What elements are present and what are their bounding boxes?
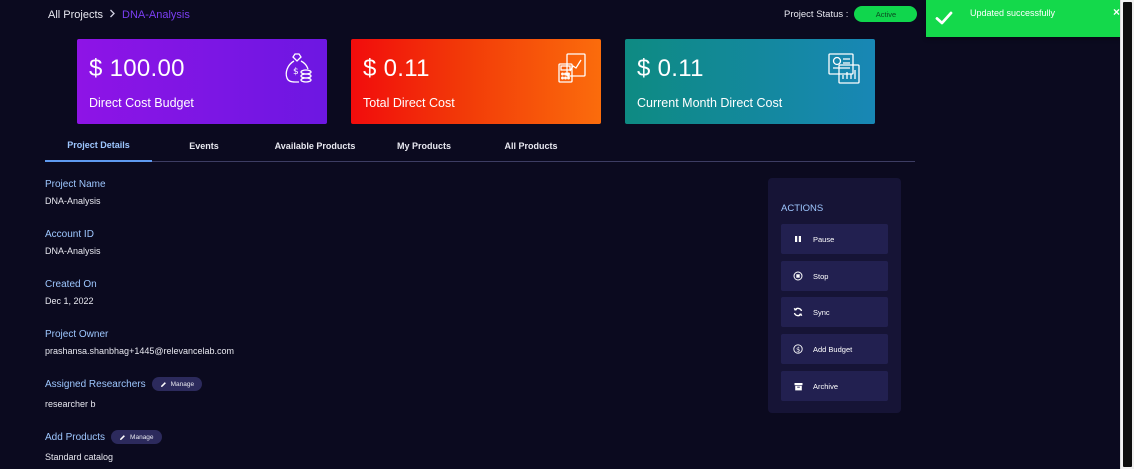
- pause-icon: [793, 234, 803, 244]
- svg-text:$: $: [796, 345, 800, 353]
- close-icon[interactable]: ×: [1113, 5, 1120, 19]
- direct-cost-budget-card: $ 100.00 Direct Cost Budget $: [77, 39, 327, 124]
- card-label: Total Direct Cost: [363, 96, 455, 110]
- field-label: Account ID: [45, 229, 94, 240]
- archive-button[interactable]: Archive: [781, 371, 888, 401]
- calculator-icon: [555, 51, 589, 90]
- tab-events[interactable]: Events: [165, 130, 243, 162]
- project-tabs: Project Details Events Available Product…: [45, 130, 915, 162]
- pencil-icon: [160, 381, 166, 387]
- field-value: Standard catalog: [45, 452, 114, 462]
- success-toast: Updated successfully ×: [926, 0, 1126, 37]
- invoice-icon: [825, 51, 863, 90]
- tab-all-products[interactable]: All Products: [493, 130, 569, 162]
- total-direct-cost-card: $ 0.11 Total Direct Cost: [351, 39, 601, 124]
- actions-title: ACTIONS: [781, 203, 824, 214]
- add-budget-button[interactable]: $ Add Budget: [781, 334, 888, 364]
- field-value: DNA-Analysis: [45, 196, 101, 206]
- breadcrumb: All Projects DNA-Analysis: [48, 9, 190, 21]
- stop-button[interactable]: Stop: [781, 261, 888, 291]
- current-month-direct-cost-card: $ 0.11 Current Month Direct Cost: [625, 39, 875, 124]
- project-name-field: Project Name DNA-Analysis: [45, 179, 106, 206]
- created-on-field: Created On Dec 1, 2022: [45, 279, 97, 306]
- field-label: Project Name: [45, 179, 106, 190]
- sync-button[interactable]: Sync: [781, 297, 888, 327]
- card-label: Current Month Direct Cost: [637, 96, 783, 110]
- svg-text:$: $: [293, 67, 299, 77]
- stop-label: Stop: [813, 271, 829, 281]
- manage-products-button[interactable]: Manage: [111, 430, 162, 444]
- stop-icon: [793, 271, 803, 281]
- field-value: Dec 1, 2022: [45, 296, 94, 306]
- actions-panel: ACTIONS Pause Stop Sync $ Add Budget Arc…: [768, 178, 901, 413]
- tab-available-products[interactable]: Available Products: [267, 130, 363, 162]
- breadcrumb-all-projects[interactable]: All Projects: [48, 9, 103, 21]
- manage-label: Manage: [170, 380, 195, 388]
- manage-label: Manage: [130, 433, 154, 441]
- project-status: Project Status : Active: [784, 6, 918, 22]
- add-products-field: Add Products Manage Standard catalog: [45, 430, 162, 462]
- chevron-right-icon: [109, 9, 116, 21]
- field-label: Assigned Researchers: [45, 378, 146, 390]
- field-value: prashansa.shanbhag+1445@relevancelab.com: [45, 346, 235, 356]
- sync-icon: [793, 307, 803, 317]
- breadcrumb-current: DNA-Analysis: [122, 9, 190, 21]
- money-bag-icon: $: [281, 51, 315, 90]
- toast-message: Updated successfully: [970, 8, 1056, 18]
- tab-project-details[interactable]: Project Details: [45, 130, 152, 162]
- account-id-field: Account ID DNA-Analysis: [45, 229, 101, 256]
- assigned-researchers-field: Assigned Researchers Manage researcher b: [45, 377, 203, 409]
- field-value: researcher b: [45, 399, 96, 409]
- manage-researchers-button[interactable]: Manage: [151, 377, 203, 391]
- field-value: DNA-Analysis: [45, 246, 101, 256]
- field-label: Created On: [45, 279, 97, 290]
- add-budget-label: Add Budget: [813, 344, 853, 354]
- pause-label: Pause: [813, 234, 835, 244]
- tab-my-products[interactable]: My Products: [385, 130, 463, 162]
- card-label: Direct Cost Budget: [89, 96, 194, 110]
- sync-label: Sync: [813, 307, 830, 317]
- project-status-label: Project Status :: [784, 8, 849, 20]
- check-icon: [935, 9, 953, 29]
- pause-button[interactable]: Pause: [781, 224, 888, 254]
- field-label: Add Products: [45, 431, 106, 443]
- project-owner-field: Project Owner prashansa.shanbhag+1445@re…: [45, 329, 234, 356]
- scrollbar-thumb[interactable]: [1123, 2, 1132, 467]
- status-badge: Active: [854, 6, 918, 22]
- field-label: Project Owner: [45, 329, 109, 340]
- archive-icon: [793, 381, 803, 391]
- page-scrollbar[interactable]: [1120, 0, 1134, 469]
- archive-label: Archive: [813, 381, 839, 391]
- pencil-icon: [120, 434, 125, 440]
- dollar-icon: $: [793, 344, 803, 354]
